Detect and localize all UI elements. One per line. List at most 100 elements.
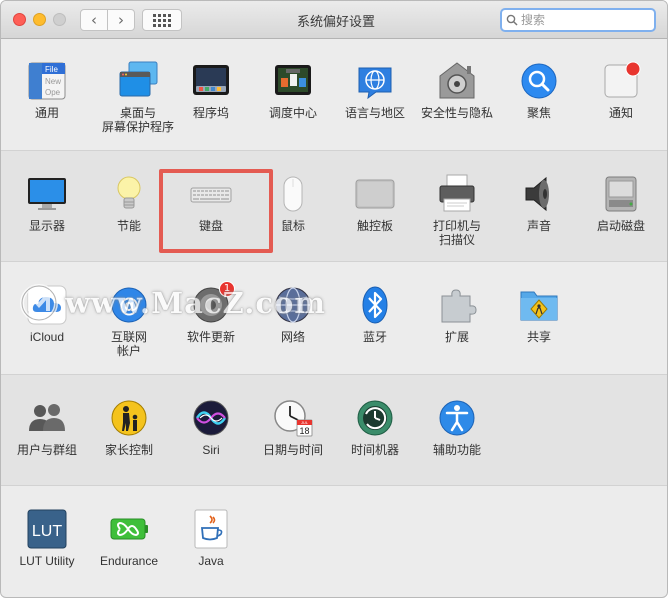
endurance-icon [108, 508, 150, 550]
pref-label: 互联网 帐户 [110, 330, 147, 358]
printers-scanners-icon [436, 173, 478, 215]
zoom-window-button[interactable] [53, 13, 66, 26]
general-icon-text-open: Ope [45, 88, 61, 97]
mouse-icon [272, 173, 314, 215]
pref-label: 程序坞 [192, 106, 229, 120]
watermark: www.MacZ.com [19, 281, 379, 325]
pref-label: 网络 [280, 330, 305, 344]
pref-label: 共享 [526, 330, 551, 344]
accessibility-icon [436, 397, 478, 439]
pref-label: 蓝牙 [362, 330, 387, 344]
sound-icon [518, 173, 560, 215]
startup-disk-icon [600, 173, 642, 215]
pref-label: LUT Utility [19, 554, 75, 568]
pref-label: 语言与地区 [344, 106, 405, 120]
pref-label: 触控板 [356, 219, 393, 233]
pref-trackpad[interactable]: 触控板 [334, 173, 416, 233]
pref-parental-controls[interactable]: 家长控制 [88, 397, 170, 457]
pref-displays[interactable]: 显示器 [6, 173, 88, 233]
pref-spotlight[interactable]: 聚焦 [498, 60, 580, 120]
close-window-button[interactable] [13, 13, 26, 26]
pref-printers-scanners[interactable]: 打印机与 扫描仪 [416, 173, 498, 247]
pref-general[interactable]: File New Ope 通用 [6, 60, 88, 120]
watermark-text: www.MacZ.com [65, 286, 327, 320]
users-groups-icon [26, 397, 68, 439]
pref-extensions[interactable]: 扩展 [416, 284, 498, 344]
section-other: LUT LUT Utility Endurance Java [1, 486, 667, 597]
pref-label: 打印机与 扫描仪 [432, 219, 481, 247]
search-field[interactable] [500, 8, 656, 32]
pref-dock[interactable]: 程序坞 [170, 60, 252, 120]
java-icon [190, 508, 232, 550]
energy-saver-icon [108, 173, 150, 215]
pref-accessibility[interactable]: 辅助功能 [416, 397, 498, 457]
time-machine-icon [354, 397, 396, 439]
pref-label: 日期与时间 [262, 443, 323, 457]
displays-icon [26, 173, 68, 215]
pref-label: Java [198, 554, 224, 568]
pref-endurance[interactable]: Endurance [88, 508, 170, 568]
pref-label: 显示器 [28, 219, 65, 233]
pref-label: 节能 [116, 219, 141, 233]
back-button[interactable]: ‹ [80, 9, 108, 31]
chevron-left-icon: ‹ [91, 11, 97, 29]
calendar-month: JUL [301, 420, 309, 425]
pref-users-groups[interactable]: 用户与群组 [6, 397, 88, 457]
keyboard-highlight-box [159, 169, 273, 253]
pref-label: 启动磁盘 [596, 219, 645, 233]
pref-sharing[interactable]: 共享 [498, 284, 580, 344]
pref-label: 桌面与 屏幕保护程序 [101, 106, 174, 134]
calendar-day: 18 [299, 426, 309, 436]
macz-logo-icon [20, 284, 58, 322]
pref-notifications[interactable]: 通知 [580, 60, 662, 120]
pref-label: 通用 [34, 106, 59, 120]
pref-energy-saver[interactable]: 节能 [88, 173, 170, 233]
desktop-screensaver-icon [117, 60, 159, 102]
pref-desktop-screensaver[interactable]: 桌面与 屏幕保护程序 [97, 60, 179, 134]
pref-date-time[interactable]: JUL 18 日期与时间 [252, 397, 334, 457]
lut-utility-icon: LUT [26, 508, 68, 550]
pref-label: 鼠标 [280, 219, 305, 233]
extensions-icon [436, 284, 478, 326]
pref-siri[interactable]: Siri [170, 397, 252, 457]
pref-label: 聚焦 [526, 106, 551, 120]
pref-label: Endurance [99, 554, 159, 568]
lut-icon-text: LUT [32, 523, 62, 540]
mission-control-icon [272, 60, 314, 102]
date-time-icon: JUL 18 [272, 397, 314, 439]
pref-lut-utility[interactable]: LUT LUT Utility [6, 508, 88, 568]
pref-label: 软件更新 [186, 330, 235, 344]
general-icon-text-file: File [45, 65, 58, 74]
pref-java[interactable]: Java [170, 508, 252, 568]
pref-label: iCloud [29, 330, 65, 344]
pref-label: 家长控制 [104, 443, 153, 457]
pref-label: 调度中心 [268, 106, 317, 120]
pref-startup-disk[interactable]: 启动磁盘 [580, 173, 662, 233]
search-input[interactable] [521, 13, 645, 27]
pref-sound[interactable]: 声音 [498, 173, 580, 233]
pref-label: 声音 [526, 219, 551, 233]
section-system: 用户与群组 家长控制 Siri JUL 18 日期与时间 时间机器 辅助功能 [1, 374, 667, 486]
general-icon: File New Ope [26, 60, 68, 102]
siri-icon [190, 397, 232, 439]
pref-language-region[interactable]: 语言与地区 [334, 60, 416, 120]
title-bar: ‹ › 系统偏好设置 [1, 1, 667, 39]
pref-label: 辅助功能 [432, 443, 481, 457]
pref-security-privacy[interactable]: 安全性与隐私 [416, 60, 498, 120]
grid-icon [153, 13, 171, 27]
language-region-icon [354, 60, 396, 102]
general-icon-text-new: New [45, 77, 61, 86]
minimize-window-button[interactable] [33, 13, 46, 26]
pref-label: 用户与群组 [16, 443, 77, 457]
pref-label: 时间机器 [350, 443, 399, 457]
pref-mission-control[interactable]: 调度中心 [252, 60, 334, 120]
security-privacy-icon [436, 60, 478, 102]
pref-label: Siri [202, 443, 220, 457]
forward-button[interactable]: › [107, 9, 135, 31]
pref-time-machine[interactable]: 时间机器 [334, 397, 416, 457]
pref-label: 扩展 [444, 330, 469, 344]
chevron-right-icon: › [118, 11, 124, 29]
show-all-button[interactable] [142, 9, 182, 31]
window-title: 系统偏好设置 [296, 14, 375, 29]
parental-controls-icon [108, 397, 150, 439]
